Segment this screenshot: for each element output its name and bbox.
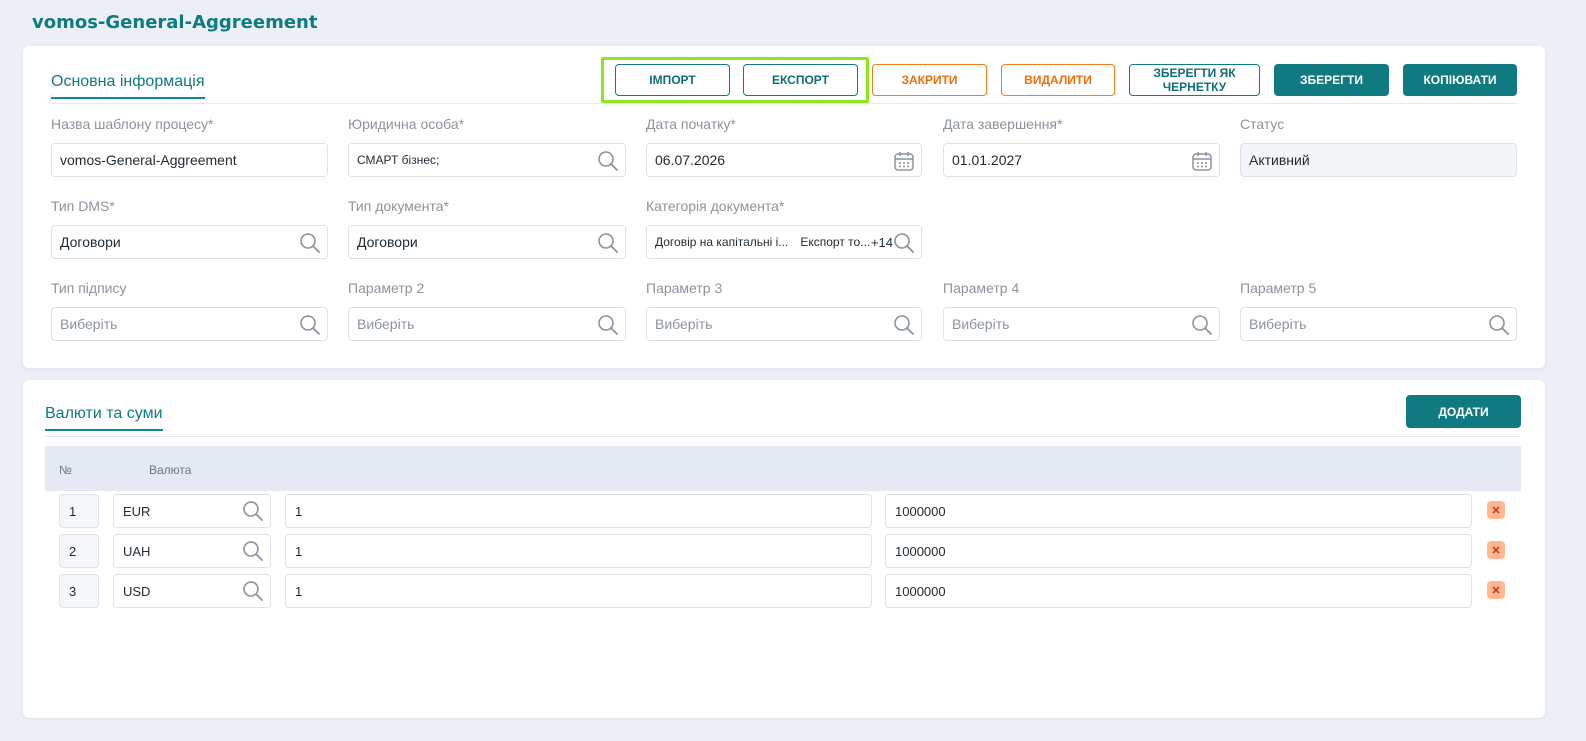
legal-entity-label: Юридична особа*	[348, 116, 465, 132]
currency-value: USD	[123, 583, 151, 599]
search-icon[interactable]	[1191, 314, 1213, 336]
row-number: 1	[59, 494, 99, 528]
search-icon[interactable]	[893, 232, 915, 254]
signature-type-placeholder: Виберіть	[60, 316, 118, 332]
save-draft-button[interactable]: ЗБЕРЕГТИ ЯК ЧЕРНЕТКУ	[1129, 64, 1260, 96]
document-type-select[interactable]: Договори	[348, 225, 626, 259]
start-date-input[interactable]: 06.07.2026	[646, 143, 922, 177]
search-icon[interactable]	[1488, 314, 1510, 336]
param5-placeholder: Виберіть	[1249, 316, 1307, 332]
start-date-value: 06.07.2026	[655, 152, 726, 168]
currency-value: EUR	[123, 503, 151, 519]
search-icon[interactable]	[597, 232, 619, 254]
export-button[interactable]: ЕКСПОРТ	[743, 64, 858, 96]
param3-label: Параметр 3	[646, 280, 723, 296]
dms-type-select[interactable]: Договори	[51, 225, 328, 259]
template-name-value: vomos-General-Aggreement	[60, 152, 237, 168]
param2-select[interactable]: Виберіть	[348, 307, 626, 341]
close-button[interactable]: ЗАКРИТИ	[872, 64, 987, 96]
delete-button[interactable]: ВИДАЛИТИ	[1001, 64, 1115, 96]
status-label: Статус	[1240, 116, 1285, 132]
close-icon	[1492, 506, 1500, 514]
max-amount-input[interactable]: 1000000	[885, 534, 1472, 568]
param3-placeholder: Виберіть	[655, 316, 713, 332]
end-date-input[interactable]: 01.01.2027	[943, 143, 1220, 177]
copy-button[interactable]: КОПІЮВАТИ	[1403, 64, 1517, 96]
import-button[interactable]: ІМПОРТ	[615, 64, 730, 96]
save-button[interactable]: ЗБЕРЕГТИ	[1274, 64, 1389, 96]
min-amount-input[interactable]: 1	[285, 574, 872, 608]
param3-select[interactable]: Виберіть	[646, 307, 922, 341]
param4-placeholder: Виберіть	[952, 316, 1010, 332]
search-icon[interactable]	[242, 540, 264, 562]
start-date-label: Дата початку*	[646, 116, 736, 132]
currency-select[interactable]: EUR	[113, 494, 271, 528]
dms-type-value: Договори	[60, 234, 121, 250]
delete-row-button[interactable]	[1487, 541, 1505, 559]
divider	[45, 436, 1521, 437]
param5-label: Параметр 5	[1240, 280, 1317, 296]
category-chip[interactable]: Експорт то...	[800, 235, 870, 249]
row-number: 2	[59, 534, 99, 568]
end-date-label: Дата завершення*	[943, 116, 1063, 132]
document-category-select[interactable]: Договір на капітальні і... Експорт то...…	[646, 225, 922, 259]
calendar-icon[interactable]	[1191, 150, 1213, 172]
param4-label: Параметр 4	[943, 280, 1020, 296]
search-icon[interactable]	[597, 150, 619, 172]
category-chip[interactable]: Договір на капітальні і...	[655, 235, 788, 249]
column-header-currency: Валюта	[149, 463, 192, 477]
status-field: Активний	[1240, 143, 1517, 177]
calendar-icon[interactable]	[893, 150, 915, 172]
end-date-value: 01.01.2027	[952, 152, 1023, 168]
document-category-label: Категорія документа*	[646, 198, 785, 214]
legal-entity-select[interactable]: СМАРТ бізнес;	[348, 143, 626, 177]
signature-type-label: Тип підпису	[51, 280, 127, 296]
template-name-label: Назва шаблону процесу*	[51, 116, 214, 132]
currency-select[interactable]: UAH	[113, 534, 271, 568]
search-icon[interactable]	[242, 500, 264, 522]
currency-select[interactable]: USD	[113, 574, 271, 608]
status-value: Активний	[1249, 152, 1310, 168]
param2-placeholder: Виберіть	[357, 316, 415, 332]
param5-select[interactable]: Виберіть	[1240, 307, 1517, 341]
max-amount-input[interactable]: 1000000	[885, 494, 1472, 528]
delete-row-button[interactable]	[1487, 501, 1505, 519]
category-more-count[interactable]: +14	[871, 235, 893, 250]
search-icon[interactable]	[597, 314, 619, 336]
add-currency-button[interactable]: ДОДАТИ	[1406, 395, 1521, 428]
column-header-num: №	[59, 463, 72, 477]
table-header: № Валюта	[45, 446, 1521, 491]
currency-value: UAH	[123, 543, 151, 559]
close-icon	[1492, 546, 1500, 554]
divider	[51, 103, 1517, 104]
row-number: 3	[59, 574, 99, 608]
search-icon[interactable]	[299, 314, 321, 336]
search-icon[interactable]	[242, 580, 264, 602]
document-type-value: Договори	[357, 234, 418, 250]
param4-select[interactable]: Виберіть	[943, 307, 1220, 341]
dms-type-label: Тип DMS*	[51, 198, 115, 214]
delete-row-button[interactable]	[1487, 581, 1505, 599]
max-amount-input[interactable]: 1000000	[885, 574, 1472, 608]
document-type-label: Тип документа*	[348, 198, 449, 214]
tab-currencies[interactable]: Валюти та суми	[45, 405, 163, 431]
signature-type-select[interactable]: Виберіть	[51, 307, 328, 341]
search-icon[interactable]	[299, 232, 321, 254]
search-icon[interactable]	[893, 314, 915, 336]
page-title: vomos-General-Aggreement	[32, 12, 318, 33]
template-name-input[interactable]: vomos-General-Aggreement	[51, 143, 328, 177]
close-icon	[1492, 586, 1500, 594]
param2-label: Параметр 2	[348, 280, 425, 296]
tab-main-info[interactable]: Основна інформація	[51, 73, 205, 99]
legal-entity-value: СМАРТ бізнес;	[357, 153, 440, 167]
min-amount-input[interactable]: 1	[285, 534, 872, 568]
min-amount-input[interactable]: 1	[285, 494, 872, 528]
